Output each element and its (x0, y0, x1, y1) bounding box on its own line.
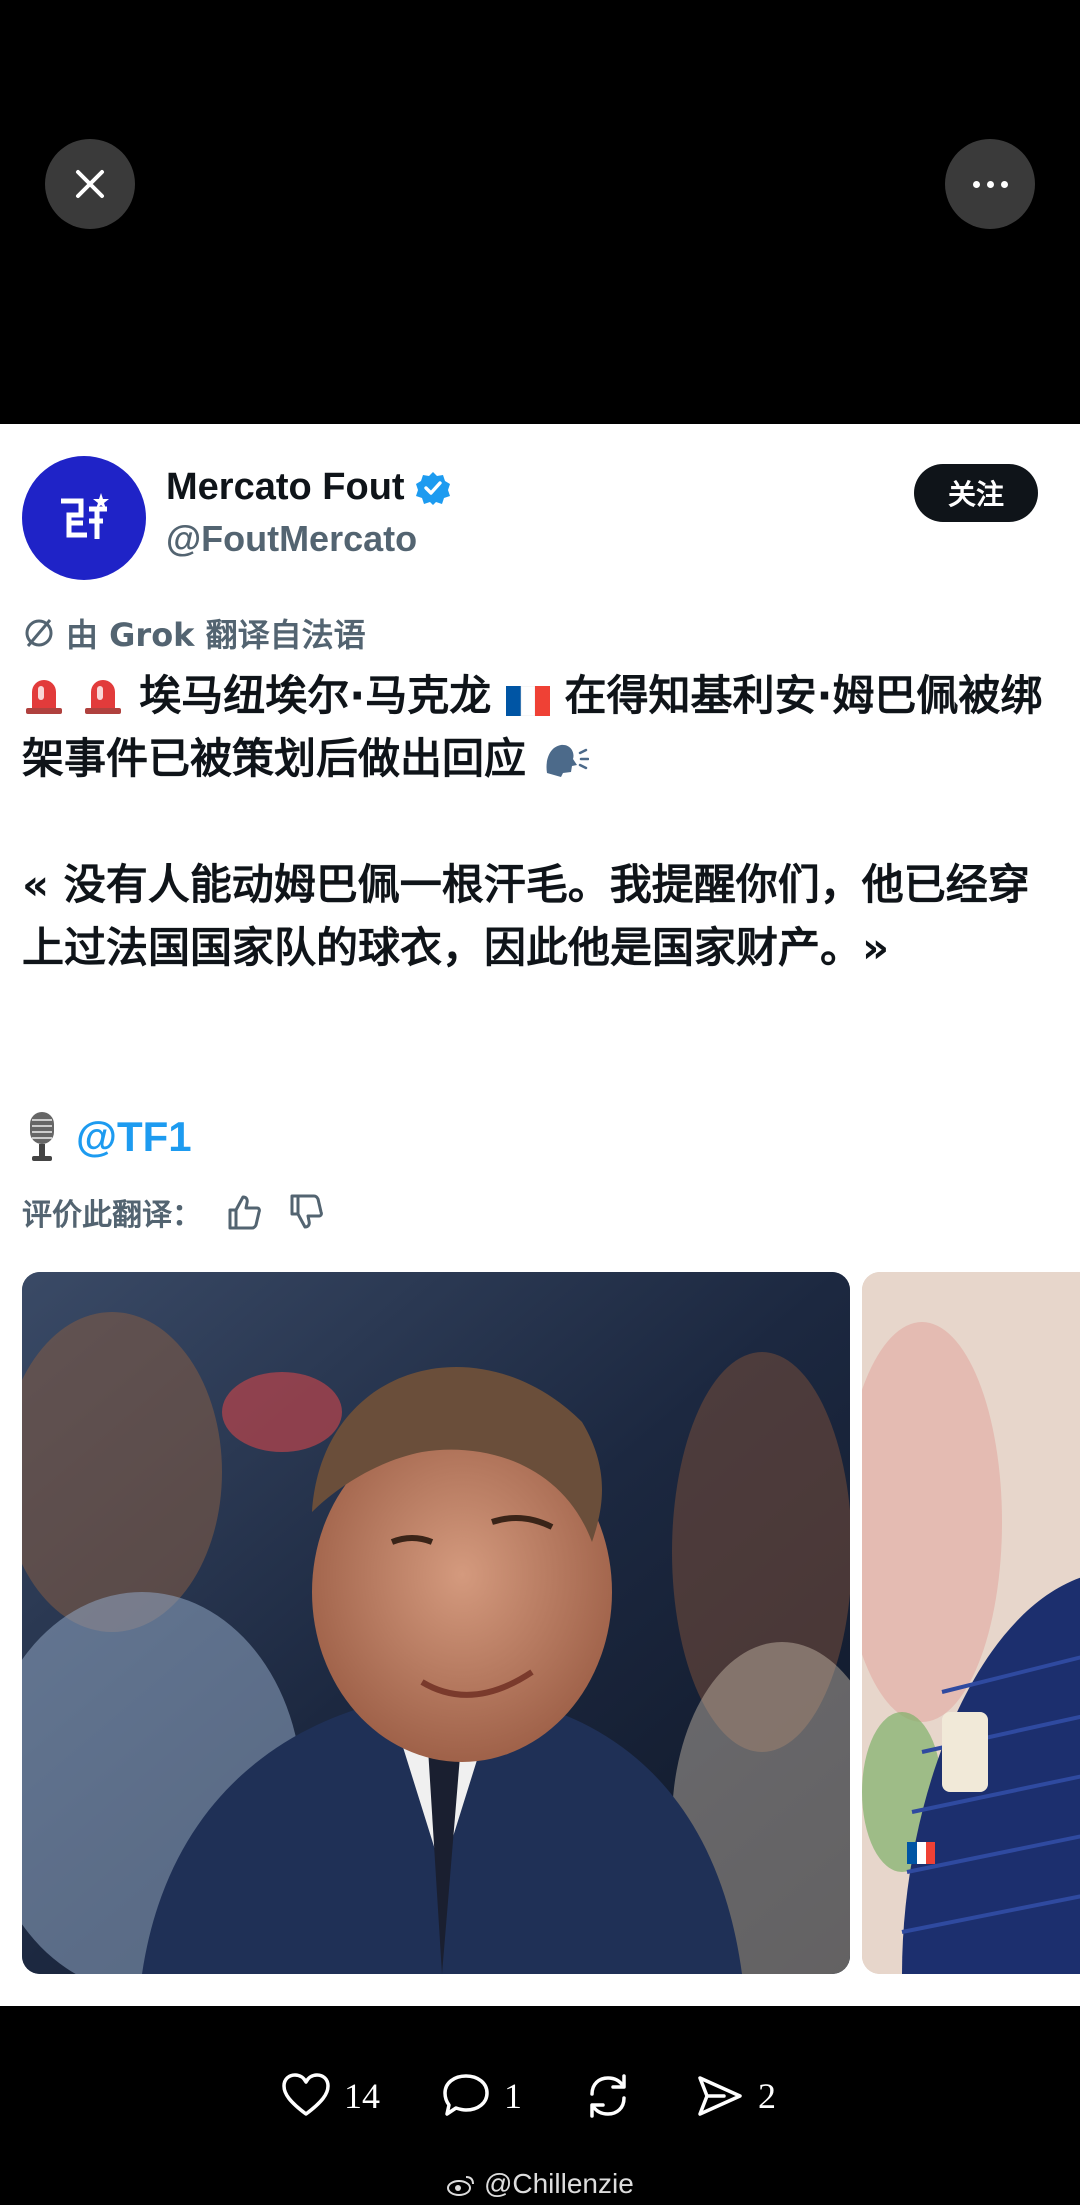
source-line: @TF1 (22, 1110, 192, 1164)
tweet-body: 埃马纽埃尔·马克龙 在得知基利安·姆巴佩被绑架事件已被策划后做出回应 « 没有人… (22, 664, 1052, 979)
photo-macron-image (22, 1272, 850, 1974)
comment-button[interactable]: 1 (440, 2070, 522, 2122)
follow-button[interactable]: 关注 (914, 464, 1038, 522)
repost-button[interactable] (582, 2070, 634, 2122)
avatar[interactable] (22, 456, 146, 580)
tweet-screenshot: Mercato Fout @FoutMercato 关注 由 Grok 翻译自法… (0, 424, 1080, 2006)
viewer-top-bar (0, 0, 1080, 424)
like-count: 14 (344, 2076, 380, 2116)
thumbs-down-icon[interactable] (286, 1192, 326, 1232)
share-button[interactable]: 2 (694, 2070, 776, 2122)
tf1-mention-link[interactable]: @TF1 (76, 1113, 192, 1161)
tweet-photo-macron[interactable] (22, 1272, 850, 1974)
heart-icon (282, 2073, 330, 2116)
rate-translation: 评价此翻译： (22, 1190, 326, 1234)
translation-note: 由 Grok 翻译自法语 (22, 610, 366, 656)
share-count: 2 (758, 2076, 776, 2116)
repost-icon (590, 2074, 626, 2118)
comment-icon (443, 2074, 489, 2116)
verified-badge-icon (415, 471, 450, 505)
france-flag-icon (505, 686, 550, 716)
tweet-headline: 埃马纽埃尔·马克龙 在得知基利安·姆巴佩被绑架事件已被策划后做出回应 (22, 671, 1043, 783)
more-horizontal-icon (972, 180, 1008, 188)
comment-count: 1 (504, 2076, 522, 2116)
photo-player-image (862, 1272, 1080, 1974)
thumbs-up-icon[interactable] (224, 1192, 264, 1232)
microphone-icon (30, 1112, 54, 1161)
more-options-button[interactable] (945, 139, 1035, 229)
tweet-quote: « 没有人能动姆巴佩一根汗毛。我提醒你们，他已经穿上过法国国家队的球衣，因此他是… (22, 860, 1030, 972)
rotating-light-icon (26, 680, 62, 714)
close-button[interactable] (45, 139, 135, 229)
user-handle[interactable]: @FoutMercato (166, 518, 417, 560)
send-icon (698, 2076, 742, 2116)
display-name[interactable]: Mercato Fout (166, 466, 451, 509)
close-icon (76, 170, 104, 198)
action-row: 14 1 2 (280, 2070, 836, 2122)
tweet-photo-second[interactable] (862, 1272, 1080, 1974)
weibo-logo-icon (447, 2176, 475, 2196)
viewer-bottom-bar: 14 1 2 @Chillenzie (0, 2006, 1080, 2205)
speaking-head-icon (546, 744, 589, 777)
grok-icon (25, 619, 53, 647)
mercato-fout-logo-icon (61, 493, 109, 539)
like-button[interactable]: 14 (280, 2070, 380, 2122)
weibo-watermark: @Chillenzie (0, 2168, 1080, 2200)
rotating-light-icon (84, 680, 121, 714)
